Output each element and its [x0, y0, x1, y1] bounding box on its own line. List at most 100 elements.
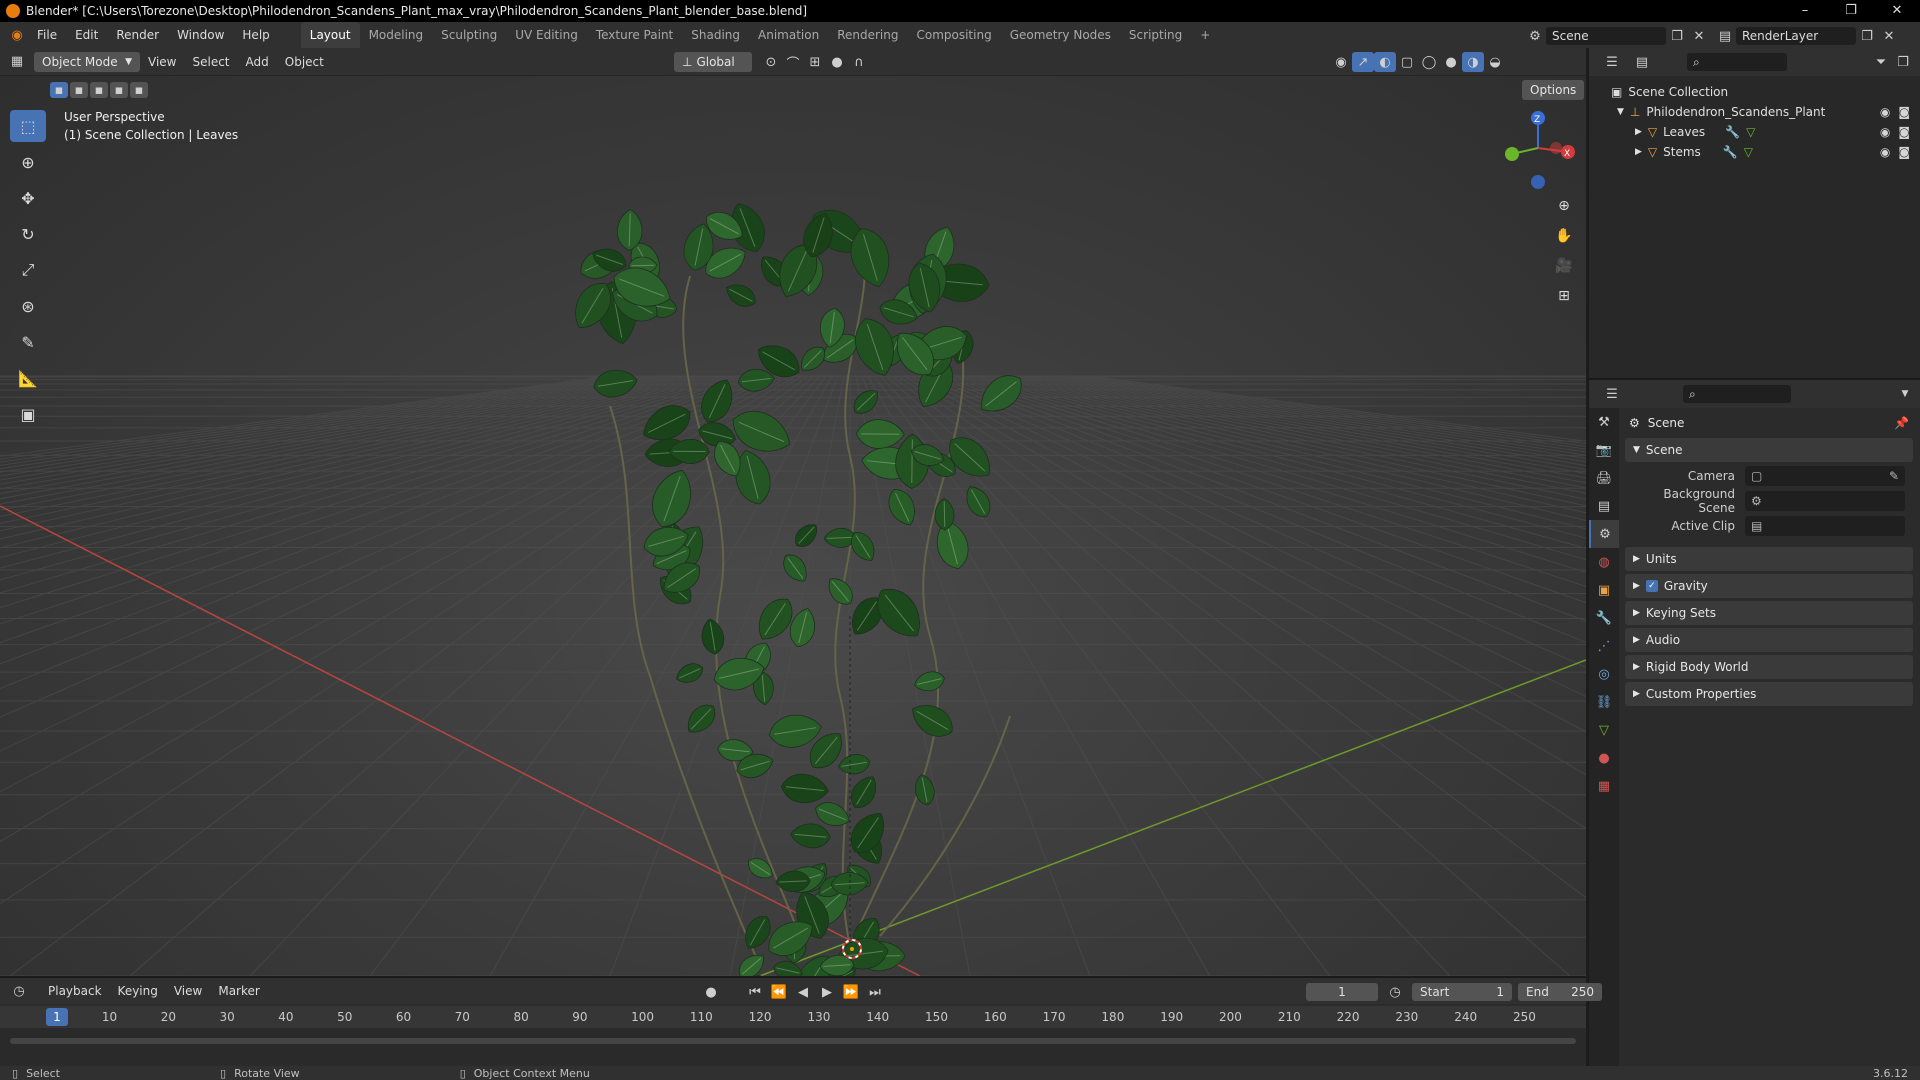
play-icon[interactable]: ▶: [816, 982, 838, 1002]
measure-tool[interactable]: 📐: [10, 362, 46, 394]
menu-playback[interactable]: Playback: [40, 984, 110, 998]
active-clip-input[interactable]: ▤: [1745, 516, 1905, 536]
camera-icon[interactable]: ◙: [1898, 125, 1910, 139]
mode-dropdown[interactable]: Object Mode ▼: [34, 51, 140, 72]
menu-keying[interactable]: Keying: [110, 984, 166, 998]
render-layer-selector[interactable]: RenderLayer: [1736, 27, 1856, 45]
outliner-search-input[interactable]: ⌕: [1687, 53, 1787, 71]
frame-cursor[interactable]: 1: [46, 1008, 68, 1026]
transform-tool[interactable]: ⊛: [10, 290, 46, 322]
falloff-icon[interactable]: ∩: [848, 52, 870, 72]
editor-type-icon[interactable]: ▦: [6, 52, 28, 72]
panel-gravity[interactable]: ▶ ✓ Gravity: [1625, 574, 1913, 598]
new-layer-icon[interactable]: ❐: [1856, 26, 1878, 46]
background-scene-input[interactable]: ⚙: [1745, 491, 1905, 511]
data-tab-icon[interactable]: ▽: [1589, 716, 1619, 744]
ortho-grid-icon[interactable]: ⊞: [1550, 282, 1578, 310]
tree-object-leaves[interactable]: ▶ ▽ Leaves 🔧 ▽ ◉ ◙: [1589, 122, 1920, 142]
minimize-button[interactable]: –: [1782, 0, 1828, 22]
tab-scripting[interactable]: Scripting: [1120, 22, 1191, 48]
prev-keyframe-icon[interactable]: ⏪: [768, 982, 790, 1002]
tree-object-stems[interactable]: ▶ ▽ Stems 🔧 ▽ ◉ ◙: [1589, 142, 1920, 162]
rotate-tool[interactable]: ↻: [10, 218, 46, 250]
tree-plant-collection[interactable]: ▼ ⊥ Philodendron_Scandens_Plant ◉ ◙: [1589, 102, 1920, 122]
close-button[interactable]: ✕: [1874, 0, 1920, 22]
new-scene-icon[interactable]: ❐: [1666, 26, 1688, 46]
visibility-icon[interactable]: ◉: [1330, 52, 1352, 72]
end-frame-field[interactable]: End 250: [1518, 983, 1602, 1001]
eye-icon[interactable]: ◉: [1880, 125, 1890, 139]
properties-search-input[interactable]: ⌕: [1683, 385, 1791, 403]
3d-viewport[interactable]: [0, 76, 1586, 976]
menu-view[interactable]: View: [140, 55, 184, 69]
proportional-edit-icon[interactable]: ●: [826, 52, 848, 72]
navigation-gizmo[interactable]: Z X: [1500, 108, 1576, 194]
timeline-editor-icon[interactable]: ◷: [8, 981, 30, 1001]
expand-arrow-icon[interactable]: ▼: [1617, 107, 1624, 117]
menu-render[interactable]: Render: [107, 22, 168, 48]
texture-tab-icon[interactable]: ▦: [1589, 772, 1619, 800]
timeline-body[interactable]: [0, 1028, 1586, 1064]
eye-icon[interactable]: ◉: [1880, 105, 1890, 119]
panel-keying-sets[interactable]: ▶ Keying Sets: [1625, 601, 1913, 625]
camera-input[interactable]: ▢ ✎: [1745, 466, 1905, 486]
outliner-editor-icon[interactable]: ☰: [1601, 52, 1623, 72]
cursor-tool[interactable]: ⊕: [10, 146, 46, 178]
gravity-checkbox[interactable]: ✓: [1645, 580, 1658, 592]
menu-select[interactable]: Select: [184, 55, 237, 69]
render-layer-icon[interactable]: ▤: [1714, 26, 1736, 46]
material-tab-icon[interactable]: ●: [1589, 744, 1619, 772]
options-dropdown[interactable]: Options: [1522, 80, 1584, 100]
snap-target-icon[interactable]: ⊞: [804, 52, 826, 72]
new-collection-icon[interactable]: ❐: [1892, 52, 1914, 72]
tab-geometry-nodes[interactable]: Geometry Nodes: [1001, 22, 1120, 48]
zoom-icon[interactable]: ⊕: [1550, 192, 1578, 220]
pan-hand-icon[interactable]: ✋: [1550, 222, 1578, 250]
menu-object[interactable]: Object: [277, 55, 332, 69]
tab-layout[interactable]: Layout: [300, 22, 360, 48]
jump-end-icon[interactable]: ⏭: [864, 982, 886, 1002]
blender-menu-icon[interactable]: ◉: [6, 25, 28, 45]
menu-add[interactable]: Add: [238, 55, 277, 69]
record-icon[interactable]: ●: [700, 982, 722, 1002]
overlay-toggle-icon[interactable]: ◐: [1374, 52, 1396, 72]
menu-edit[interactable]: Edit: [66, 22, 107, 48]
select-intersect-icon[interactable]: ▪: [130, 82, 148, 98]
select-new-icon[interactable]: ▪: [50, 82, 68, 98]
eyedropper-icon[interactable]: ✎: [1889, 469, 1899, 483]
select-subtract-icon[interactable]: ▪: [90, 82, 108, 98]
filter-icon[interactable]: ⏷: [1870, 52, 1892, 72]
panel-audio[interactable]: ▶ Audio: [1625, 628, 1913, 652]
jump-start-icon[interactable]: ⏮: [744, 982, 766, 1002]
snap-icon[interactable]: ⌒: [782, 52, 804, 72]
panel-rigid-body-world[interactable]: ▶ Rigid Body World: [1625, 655, 1913, 679]
display-mode-icon[interactable]: ▤: [1631, 52, 1653, 72]
start-frame-field[interactable]: Start 1: [1412, 983, 1512, 1001]
expand-arrow-icon[interactable]: ▶: [1635, 147, 1642, 157]
scene-icon[interactable]: ⚙: [1524, 26, 1546, 46]
menu-marker[interactable]: Marker: [210, 984, 267, 998]
xray-icon[interactable]: ▢: [1396, 52, 1418, 72]
next-keyframe-icon[interactable]: ⏩: [840, 982, 862, 1002]
chevron-down-icon[interactable]: ▼: [1894, 384, 1916, 404]
material-shading-icon[interactable]: ◑: [1462, 52, 1484, 72]
orientation-dropdown[interactable]: ⊥ Global: [674, 52, 752, 72]
tab-shading[interactable]: Shading: [682, 22, 749, 48]
plant-model[interactable]: [566, 198, 1029, 976]
add-workspace-button[interactable]: +: [1191, 22, 1219, 48]
menu-help[interactable]: Help: [233, 22, 278, 48]
maximize-button[interactable]: ❐: [1828, 0, 1874, 22]
properties-editor-icon[interactable]: ☰: [1601, 384, 1623, 404]
menu-timeline-view[interactable]: View: [166, 984, 210, 998]
select-box-tool[interactable]: ⬚: [10, 110, 46, 142]
delete-layer-icon[interactable]: ✕: [1878, 26, 1900, 46]
menu-window[interactable]: Window: [168, 22, 233, 48]
play-reverse-icon[interactable]: ◀: [792, 982, 814, 1002]
tree-scene-collection[interactable]: ▣ Scene Collection: [1589, 82, 1920, 102]
panel-custom-properties[interactable]: ▶ Custom Properties: [1625, 682, 1913, 706]
timeline-ruler[interactable]: 10 20 30 40 50 60 70 80 90 100 110 120 130 140 150 160 1…: [0, 1006, 1586, 1028]
annotate-tool[interactable]: ✎: [10, 326, 46, 358]
tab-rendering[interactable]: Rendering: [828, 22, 907, 48]
pin-icon[interactable]: 📌: [1894, 416, 1909, 430]
add-cube-tool[interactable]: ▣: [10, 398, 46, 430]
